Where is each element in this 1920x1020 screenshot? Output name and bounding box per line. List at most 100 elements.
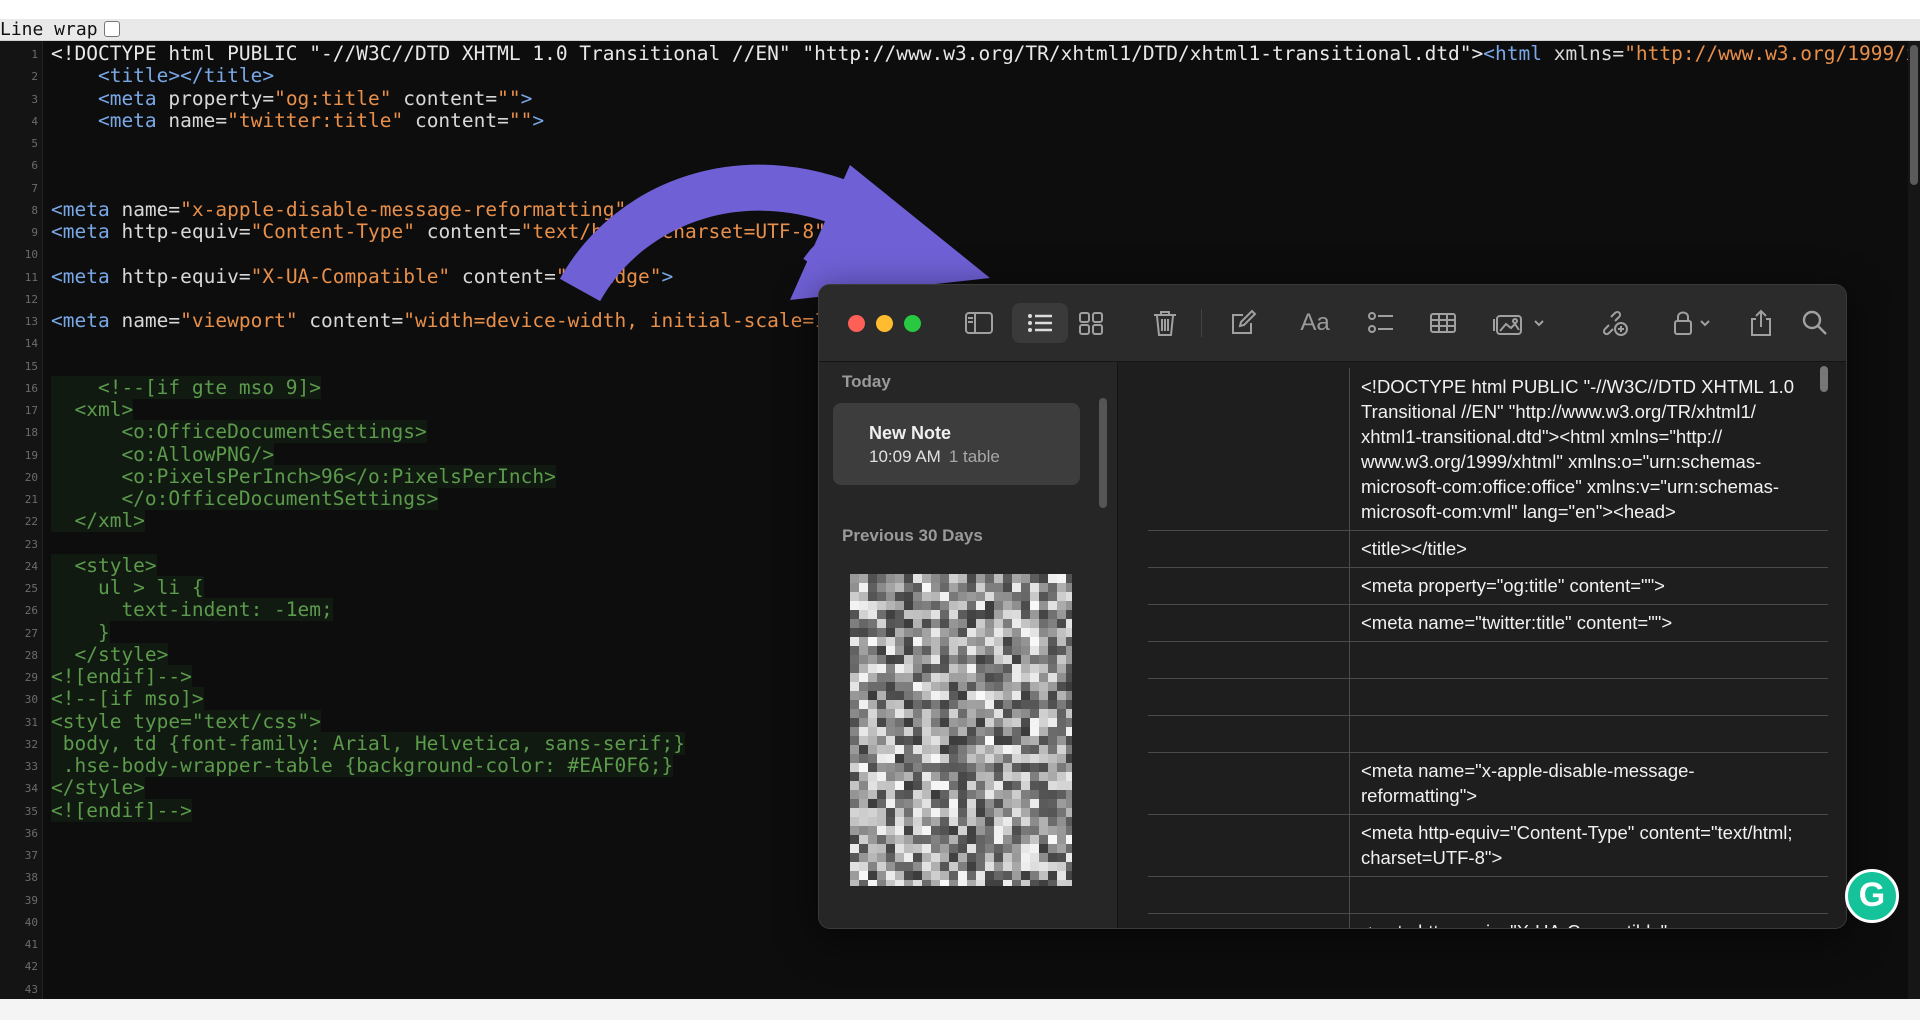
table-row[interactable] [1148,715,1828,753]
code-token: name= [121,309,181,332]
collaborate-icon[interactable] [1597,307,1631,339]
table-cell-empty[interactable] [1148,678,1350,715]
share-icon[interactable] [1745,307,1777,339]
code-line: .hse-body-wrapper-table {background-colo… [51,754,674,777]
code-line: <style> [51,553,157,577]
table-row[interactable]: <title></title> [1148,530,1828,568]
table-row[interactable]: <meta http-equiv="Content-Type" content=… [1148,814,1828,877]
table-cell-empty[interactable] [1148,567,1350,604]
sidebar-scrollbar[interactable] [1099,398,1107,508]
code-line: <o:PixelsPerInch>96</o:PixelsPerInch> [51,464,556,488]
code-token: <![endif]--> [51,798,192,822]
table-cell-empty[interactable] [1148,913,1350,928]
code-line: } [51,620,110,644]
line-wrap-checkbox[interactable] [103,20,120,37]
line-number: 21 [24,493,38,506]
format-text-icon[interactable]: Aa [1297,307,1333,339]
table-row[interactable]: <meta name="x-apple-disable-message- ref… [1148,752,1828,815]
code-line: <!--[if gte mso 9]> [51,375,322,399]
note-thumbnail-image[interactable] [850,574,1072,886]
table-cell-text[interactable]: <!DOCTYPE html PUBLIC "-//W3C//DTD XHTML… [1361,374,1811,524]
line-number: 27 [24,626,38,640]
line-number: 33 [24,760,38,773]
line-number: 29 [24,671,38,684]
line-number: 43 [24,982,38,996]
gallery-view-icon[interactable] [1075,307,1107,339]
table-row[interactable]: <!DOCTYPE html PUBLIC "-//W3C//DTD XHTML… [1148,368,1828,531]
content-scrollbar[interactable] [1820,366,1828,392]
minimize-button[interactable] [876,315,893,332]
table-row[interactable] [1148,678,1828,716]
line-number: 11 [24,270,38,284]
code-token: </o:OfficeDocumentSettings> [51,487,439,510]
zoom-button[interactable] [904,315,921,332]
code-token: <meta [51,220,122,243]
table-row[interactable]: <meta http-equiv="X-UA-Compatible" [1148,913,1828,928]
table-row[interactable] [1148,876,1828,914]
table-cell-text[interactable]: <meta name="twitter:title" content=""> [1361,610,1811,635]
line-number: 16 [24,381,38,395]
table-cell-text[interactable]: <meta property="og:title" content=""> [1361,573,1811,598]
close-button[interactable] [848,315,865,332]
sidebar-toggle-icon[interactable] [963,307,995,339]
table-cell-empty[interactable] [1148,715,1350,752]
line-wrap-bar: Line wrap [0,19,1920,41]
list-view-icon[interactable] [1024,307,1056,339]
table-cell-text[interactable]: <meta http-equiv="Content-Type" content=… [1361,820,1811,870]
table-row[interactable]: <meta property="og:title" content=""> [1148,567,1828,605]
line-number: 20 [24,470,38,484]
table-cell-text[interactable]: <meta http-equiv="X-UA-Compatible" [1361,919,1811,928]
table-cell-empty[interactable] [1148,876,1350,913]
code-token: > [520,86,533,110]
code-token: <!DOCTYPE html PUBLIC "-//W3C//DTD XHTML… [51,42,1484,65]
table-cell-empty[interactable] [1148,604,1350,641]
code-token: http-equiv= [121,264,251,288]
table-cell-empty[interactable] [1148,368,1350,530]
line-number: 13 [24,315,38,328]
compose-icon[interactable] [1227,307,1259,339]
line-number: 28 [24,648,38,662]
line-number: 6 [31,159,38,173]
code-token: </xml> [51,509,145,533]
line-number-gutter: 1 2 3 4 5 6 7 8 9 10 11 12 13 14 15 16 17 18 19 20 21 22 23 24 2… [0,41,43,999]
search-icon[interactable] [1799,307,1831,339]
line-number: 35 [24,804,38,818]
code-token: </style> [51,776,145,800]
table-cell-empty[interactable] [1148,752,1350,814]
media-icon[interactable] [1491,307,1549,339]
line-number: 25 [24,582,38,595]
code-token: "" [497,86,521,110]
table-row[interactable] [1148,641,1828,679]
code-token: > [532,108,545,132]
table-cell-text[interactable]: <title></title> [1361,536,1811,561]
code-token: "" [508,108,533,132]
editor-scroll-thumb[interactable] [1910,45,1918,185]
editor-scrollbar[interactable] [1908,41,1920,999]
code-token: <meta [51,108,169,132]
code-token: ul > li { [51,576,204,599]
table-icon[interactable] [1427,307,1459,339]
note-content[interactable]: <!DOCTYPE html PUBLIC "-//W3C//DTD XHTML… [1118,362,1846,928]
grammarly-icon[interactable]: G [1845,869,1899,923]
code-token: <o:AllowPNG/> [51,442,275,466]
line-number: 41 [24,938,38,951]
table-cell-text[interactable]: <meta name="x-apple-disable-message- ref… [1361,758,1811,808]
table-cell-empty[interactable] [1148,530,1350,567]
code-line: <![endif]--> [51,665,192,688]
code-line: body, td {font-family: Arial, Helvetica,… [51,731,685,755]
code-token: <style> [51,553,157,577]
code-token: <!--[if gte mso 9]> [51,375,322,399]
checklist-icon[interactable] [1365,307,1397,339]
line-number: 4 [31,114,38,128]
line-number: 37 [24,849,38,862]
lock-icon[interactable] [1669,307,1725,339]
note-item-new-note[interactable]: New Note 10:09 AM 1 table [833,403,1080,485]
line-number: 2 [31,70,38,84]
code-token: "og:title" [274,86,404,110]
trash-icon[interactable] [1149,307,1181,339]
line-number: 26 [24,604,38,618]
table-cell-empty[interactable] [1148,641,1350,678]
table-row[interactable]: <meta name="twitter:title" content=""> [1148,604,1828,642]
code-token: "http://www.w3.org/1999/xh [1624,42,1920,65]
table-cell-empty[interactable] [1148,814,1350,876]
